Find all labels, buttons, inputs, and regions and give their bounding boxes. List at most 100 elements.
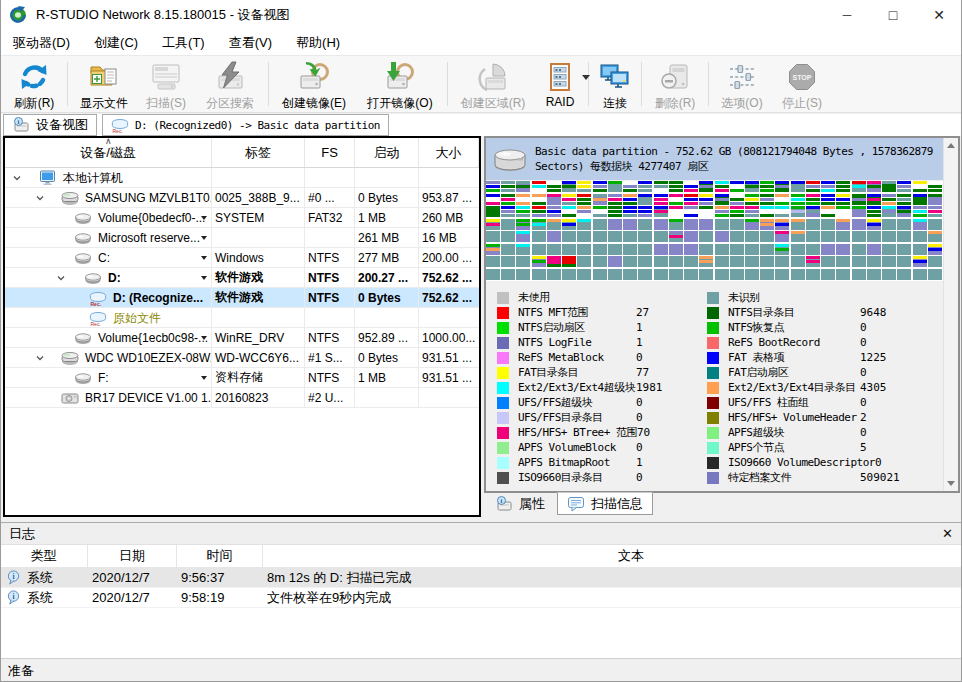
row-dropdown-icon[interactable] bbox=[201, 216, 207, 220]
menu-item-3[interactable]: 查看(V) bbox=[217, 30, 284, 55]
legend-item: HFS/HFS+ BTree+ 范围70 bbox=[497, 425, 705, 440]
chevron-down-icon[interactable] bbox=[35, 193, 45, 203]
create-region-button[interactable]: 创建区域(R) bbox=[451, 59, 535, 112]
legend-value: 1 bbox=[636, 321, 643, 334]
view-tab-1[interactable]: Rec.D: (Recognized0) -> Basic data parti… bbox=[102, 114, 389, 136]
row-dropdown-icon[interactable] bbox=[201, 256, 207, 260]
row-dropdown-icon[interactable] bbox=[201, 376, 207, 380]
tree-cell-fs: FAT32 bbox=[305, 208, 355, 227]
legend-label: APFS个节点 bbox=[728, 440, 860, 455]
tree-cell-name: Volume{1ecb0c98-... bbox=[5, 328, 212, 347]
log-close-icon[interactable]: ✕ bbox=[942, 527, 953, 540]
legend-value: 70 bbox=[637, 426, 650, 439]
chevron-down-icon[interactable] bbox=[12, 173, 22, 183]
legend-swatch bbox=[497, 427, 509, 439]
chevron-down-icon[interactable] bbox=[35, 353, 45, 363]
raid-dropdown-icon[interactable] bbox=[582, 75, 590, 80]
legend-swatch bbox=[497, 337, 509, 349]
tree-cell-start: 277 MB bbox=[355, 248, 419, 267]
tree-column-header-3[interactable]: 启动 bbox=[355, 138, 419, 167]
legend-value: 4305 bbox=[860, 381, 887, 394]
legend-item: APFS超级块0 bbox=[707, 425, 943, 440]
legend-value: 77 bbox=[636, 366, 649, 379]
device-name: 原始文件 bbox=[113, 311, 161, 326]
tree-row-volume-0bedecf0-[interactable]: Volume{0bedecf0-...SYSTEMFAT321 MB260 MB bbox=[5, 208, 479, 228]
menu-item-4[interactable]: 帮助(H) bbox=[284, 30, 352, 55]
options-button[interactable]: 选项(O) bbox=[712, 59, 772, 112]
scroll-down-icon[interactable] bbox=[947, 481, 955, 486]
log-row-0[interactable]: i系统2020/12/79:56:378m 12s 的 D: 扫描已完成 bbox=[0, 568, 962, 588]
legend-swatch bbox=[707, 292, 719, 304]
log-column-header-0[interactable]: 类型 bbox=[0, 545, 88, 567]
toolbar-button-label: RAID bbox=[546, 95, 575, 109]
tree-row-volume-1ecb0c98-[interactable]: Volume{1ecb0c98-...WinRE_DRVNTFS952.89 .… bbox=[5, 328, 479, 348]
tree-column-header-4[interactable]: 大小 bbox=[419, 138, 479, 167]
menu-item-0[interactable]: 驱动器(D) bbox=[1, 30, 82, 55]
tree-row--[interactable]: Rec.原始文件 bbox=[5, 308, 479, 328]
statusbar: 准备 bbox=[0, 658, 962, 682]
log-column-header-2[interactable]: 时间 bbox=[177, 545, 263, 567]
row-dropdown-icon[interactable] bbox=[201, 236, 207, 240]
legend-value: 1225 bbox=[860, 351, 887, 364]
legend-item: 未使用 bbox=[497, 290, 705, 305]
scroll-up-icon[interactable] bbox=[947, 143, 955, 148]
tree-row-br17-device-v1-00-1-[interactable]: BR17 DEVICE V1.00 1....20160823#2 U... bbox=[5, 388, 479, 408]
tree-cell-start: 200.27 ... bbox=[355, 268, 419, 287]
minimize-button[interactable]: ─ bbox=[824, 0, 870, 30]
tree-column-header-1[interactable]: 标签 bbox=[212, 138, 305, 167]
log-column-header-3[interactable]: 文本 bbox=[263, 545, 962, 567]
tree-cell-start bbox=[355, 308, 419, 327]
toolbar-button-label: 显示文件 bbox=[80, 95, 128, 112]
tree-cell-name: Microsoft reserve... bbox=[5, 228, 212, 247]
toolbar-button-label: 选项(O) bbox=[721, 95, 762, 112]
chevron-down-icon[interactable] bbox=[56, 273, 66, 283]
panel-tab-0[interactable]: i属性 bbox=[486, 492, 554, 515]
menu-item-2[interactable]: 工具(T) bbox=[150, 30, 217, 55]
tree-row-d-[interactable]: D:软件游戏NTFS200.27 ...752.62 ... bbox=[5, 268, 479, 288]
log-column-header-1[interactable]: 日期 bbox=[88, 545, 177, 567]
tree-row-samsung-mzvlb1t0-[interactable]: SAMSUNG MZVLB1T0...0025_388B_9...#0 ...0… bbox=[5, 188, 479, 208]
device-name: BR17 DEVICE V1.00 1.... bbox=[85, 391, 212, 406]
create-image-button[interactable]: 创建镜像(E) bbox=[272, 59, 356, 112]
maximize-button[interactable]: □ bbox=[870, 0, 916, 30]
tree-cell-start: 1 MB bbox=[355, 208, 419, 227]
close-button[interactable]: ✕ bbox=[916, 0, 962, 30]
legend-swatch bbox=[707, 457, 719, 469]
scan-block-map[interactable] bbox=[486, 181, 943, 281]
log-row-1[interactable]: i系统2020/12/79:58:19文件枚举在9秒内完成 bbox=[0, 588, 962, 608]
legend-swatch bbox=[707, 307, 719, 319]
tree-row-f-[interactable]: F:资料存储NTFS1 MB931.51 ... bbox=[5, 368, 479, 388]
refresh-button[interactable]: 刷新(R) bbox=[4, 59, 64, 112]
view-tab-0[interactable]: i设备视图 bbox=[3, 114, 97, 136]
stop-icon: STOP bbox=[786, 61, 818, 93]
tree-row-microsoft-reserve-[interactable]: Microsoft reserve...261 MB16 MB bbox=[5, 228, 479, 248]
connect-button[interactable]: 连接 bbox=[592, 59, 638, 112]
legend-swatch bbox=[497, 412, 509, 424]
scan-button[interactable]: 扫描(S) bbox=[137, 59, 195, 112]
properties-icon: i bbox=[495, 496, 513, 512]
panel-tab-1[interactable]: 扫描信息 bbox=[557, 492, 653, 515]
row-dropdown-icon[interactable] bbox=[201, 336, 207, 340]
partition-search-button[interactable]: 分区搜索 bbox=[195, 59, 265, 112]
legend-label: UFS/FFS 柱面组 bbox=[728, 395, 860, 410]
legend-item: APFS VolumeBlock0 bbox=[497, 440, 705, 455]
volume-icon bbox=[84, 270, 102, 286]
tree-row-d-recognize-[interactable]: Rec.D: (Recognize...软件游戏NTFS0 Bytes752.6… bbox=[5, 288, 479, 308]
legend-label: FAT 表格项 bbox=[728, 350, 860, 365]
stop-button[interactable]: STOP停止(S) bbox=[772, 59, 832, 112]
scan-scrollbar[interactable] bbox=[943, 138, 958, 491]
open-image-button[interactable]: 打开镜像(O) bbox=[356, 59, 444, 112]
tree-column-header-2[interactable]: FS bbox=[305, 138, 355, 167]
show-files-button[interactable]: 显示文件 bbox=[71, 59, 137, 112]
menu-item-1[interactable]: 创建(C) bbox=[82, 30, 150, 55]
raid-button[interactable]: RAID bbox=[535, 59, 585, 112]
legend-swatch bbox=[497, 352, 509, 364]
tree-row-c-[interactable]: C:WindowsNTFS277 MB200.00 ... bbox=[5, 248, 479, 268]
tree-row--[interactable]: 本地计算机 bbox=[5, 168, 479, 188]
disk-icon bbox=[61, 190, 79, 206]
legend-swatch bbox=[497, 292, 509, 304]
row-dropdown-icon[interactable] bbox=[201, 276, 207, 280]
delete-button[interactable]: 删除(R) bbox=[645, 59, 705, 112]
tree-cell-size: 953.87 ... bbox=[419, 188, 479, 207]
tree-row-wdc-wd10ezex-08w-[interactable]: WDC WD10EZEX-08W...WD-WCC6Y6...#1 S...0 … bbox=[5, 348, 479, 368]
